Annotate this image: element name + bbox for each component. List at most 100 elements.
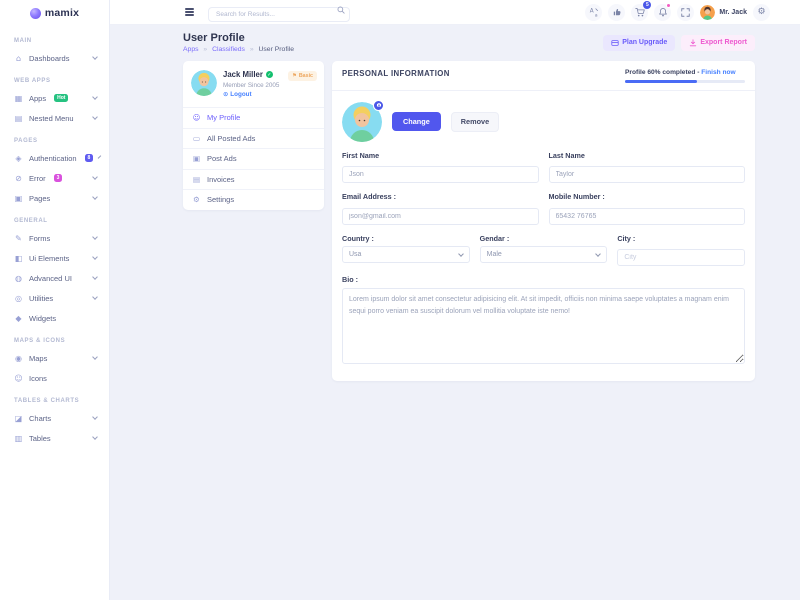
svg-text:a: a: [595, 13, 598, 17]
country-select[interactable]: Usa: [342, 246, 470, 263]
sidebar-item-error[interactable]: ⊘ Error 3: [0, 168, 109, 188]
section-label-tables-charts: TABLES & CHARTS: [14, 398, 95, 404]
plan-upgrade-button[interactable]: Plan Upgrade: [603, 35, 675, 51]
sidebar-item-maps[interactable]: ◉ Maps: [0, 348, 109, 368]
export-report-button[interactable]: Export Report: [681, 35, 755, 51]
sidebar-item-advanced-ui[interactable]: ◍ Advanced UI: [0, 268, 109, 288]
chevron-down-icon: [92, 114, 98, 120]
profile-card: Jack Miller ✓ Member Since 2005 ⊙ Logout…: [183, 61, 324, 210]
chevron-down-icon: [92, 54, 98, 60]
sidebar-item-tables[interactable]: ▥ Tables: [0, 428, 109, 448]
topbar-actions: A a 5: [585, 4, 770, 21]
advanced-ui-icon: ◍: [14, 274, 23, 283]
last-name-label: Last Name: [549, 151, 746, 160]
chevron-down-icon: [92, 414, 98, 420]
breadcrumb-current: User Profile: [259, 46, 295, 53]
sidebar-item-dashboards[interactable]: ⌂ Dashboards: [0, 48, 109, 68]
sidebar-item-ui-elements[interactable]: ◧ Ui Elements: [0, 248, 109, 268]
error-count-badge: 3: [54, 174, 63, 182]
chevron-down-icon: [92, 174, 98, 180]
chevron-down-icon: [92, 354, 98, 360]
city-field[interactable]: [617, 249, 745, 266]
first-name-field[interactable]: [342, 166, 539, 183]
utilities-icon: ◎: [14, 294, 23, 303]
sidebar-item-widgets[interactable]: ◆ Widgets: [0, 308, 109, 328]
sidebar-item-pages[interactable]: ▣ Pages: [0, 188, 109, 208]
gear-icon[interactable]: ⚙: [753, 4, 770, 21]
breadcrumb: Apps » Classifieds » User Profile: [183, 46, 294, 53]
search-input[interactable]: [208, 7, 350, 22]
sidebar: mamix MAIN ⌂ Dashboards WEB APPS ▦ Apps …: [0, 0, 110, 600]
mobile-label: Mobile Number :: [549, 192, 746, 201]
icons-icon: ☺: [14, 374, 23, 383]
sidebar-nav: MAIN ⌂ Dashboards WEB APPS ▦ Apps Hot ▤ …: [0, 26, 109, 458]
sidebar-item-nested-menu[interactable]: ▤ Nested Menu: [0, 108, 109, 128]
section-label-maps-icons: MAPS & ICONS: [14, 338, 95, 344]
email-label: Email Address :: [342, 192, 539, 201]
apps-icon: ▦: [14, 94, 23, 103]
email-field[interactable]: [342, 208, 539, 225]
maps-icon: ◉: [14, 354, 23, 363]
gender-select[interactable]: Male: [480, 246, 608, 263]
menu-item-all-posted-ads[interactable]: ▭ All Posted Ads: [183, 128, 324, 149]
brand-logo[interactable]: mamix: [0, 0, 109, 26]
chevron-down-icon: [92, 194, 98, 200]
breadcrumb-classifieds[interactable]: Classifieds: [212, 46, 245, 53]
translate-icon[interactable]: A a: [585, 4, 602, 21]
remove-photo-button[interactable]: Remove: [451, 112, 499, 132]
bio-field-group: Bio : Lorem ipsum dolor sit amet consect…: [342, 275, 745, 369]
sidebar-item-utilities[interactable]: ◎ Utilities: [0, 288, 109, 308]
gender-label: Gendar :: [480, 234, 608, 243]
page-actions: Plan Upgrade Export Report: [603, 35, 755, 51]
menu-item-invoices[interactable]: ▤ Invoices: [183, 169, 324, 190]
progress-bar-fill: [625, 80, 697, 83]
fullscreen-icon[interactable]: [677, 4, 694, 21]
bell-icon[interactable]: [654, 4, 671, 21]
brand-name: mamix: [45, 7, 79, 19]
notification-dot-badge: [666, 3, 671, 8]
progress-label: Profile 60% completed: [625, 69, 695, 76]
bio-textarea[interactable]: Lorem ipsum dolor sit amet consectetur a…: [342, 288, 745, 364]
camera-icon[interactable]: [373, 100, 384, 111]
page-header: User Profile Apps » Classifieds » User P…: [183, 32, 755, 53]
profile-photo: [342, 102, 382, 142]
sidebar-item-apps[interactable]: ▦ Apps Hot: [0, 88, 109, 108]
cart-count-badge: 5: [643, 1, 651, 9]
error-icon: ⊘: [14, 174, 23, 183]
content-row: Jack Miller ✓ Member Since 2005 ⊙ Logout…: [183, 61, 755, 381]
pages-icon: ▣: [14, 194, 23, 203]
email-field-group: Email Address :: [342, 192, 539, 225]
sidebar-item-icons[interactable]: ☺ Icons: [0, 368, 109, 388]
finish-now-link[interactable]: Finish now: [701, 69, 735, 76]
page-content: User Profile Apps » Classifieds » User P…: [110, 25, 800, 600]
thumbs-up-icon[interactable]: [608, 4, 625, 21]
sidebar-toggle-button[interactable]: [183, 6, 196, 17]
mobile-number-field[interactable]: [549, 208, 746, 225]
change-photo-button[interactable]: Change: [392, 112, 441, 131]
cart-icon[interactable]: 5: [631, 4, 648, 21]
verified-icon: ✓: [266, 71, 273, 78]
menu-item-settings[interactable]: ⚙ Settings: [183, 189, 324, 210]
ads-icon: ▭: [192, 134, 201, 143]
user-menu[interactable]: Mr. Jack: [700, 5, 747, 20]
user-icon: ☺: [192, 113, 201, 122]
nested-menu-icon: ▤: [14, 114, 23, 123]
sidebar-item-forms[interactable]: ✎ Forms: [0, 228, 109, 248]
svg-text:A: A: [590, 9, 594, 15]
search-icon: [337, 6, 345, 14]
menu-item-my-profile[interactable]: ☺ My Profile: [183, 107, 324, 128]
sidebar-item-authentication[interactable]: ◈ Authentication 8: [0, 148, 109, 168]
breadcrumb-apps[interactable]: Apps: [183, 46, 199, 53]
last-name-field[interactable]: [549, 166, 746, 183]
card-title: PERSONAL INFORMATION: [342, 69, 450, 78]
card-header: PERSONAL INFORMATION Profile 60% complet…: [332, 61, 755, 91]
settings-icon: ⚙: [192, 195, 201, 204]
sidebar-item-charts[interactable]: ◪ Charts: [0, 408, 109, 428]
brand-logo-icon: [30, 8, 41, 19]
menu-item-post-ads[interactable]: ▣ Post Ads: [183, 148, 324, 169]
section-label-web-apps: WEB APPS: [14, 78, 95, 84]
logout-link[interactable]: ⊙ Logout: [223, 91, 279, 98]
first-name-label: First Name: [342, 151, 539, 160]
card-icon: [611, 39, 619, 47]
avatar-row: Change Remove: [342, 102, 745, 142]
